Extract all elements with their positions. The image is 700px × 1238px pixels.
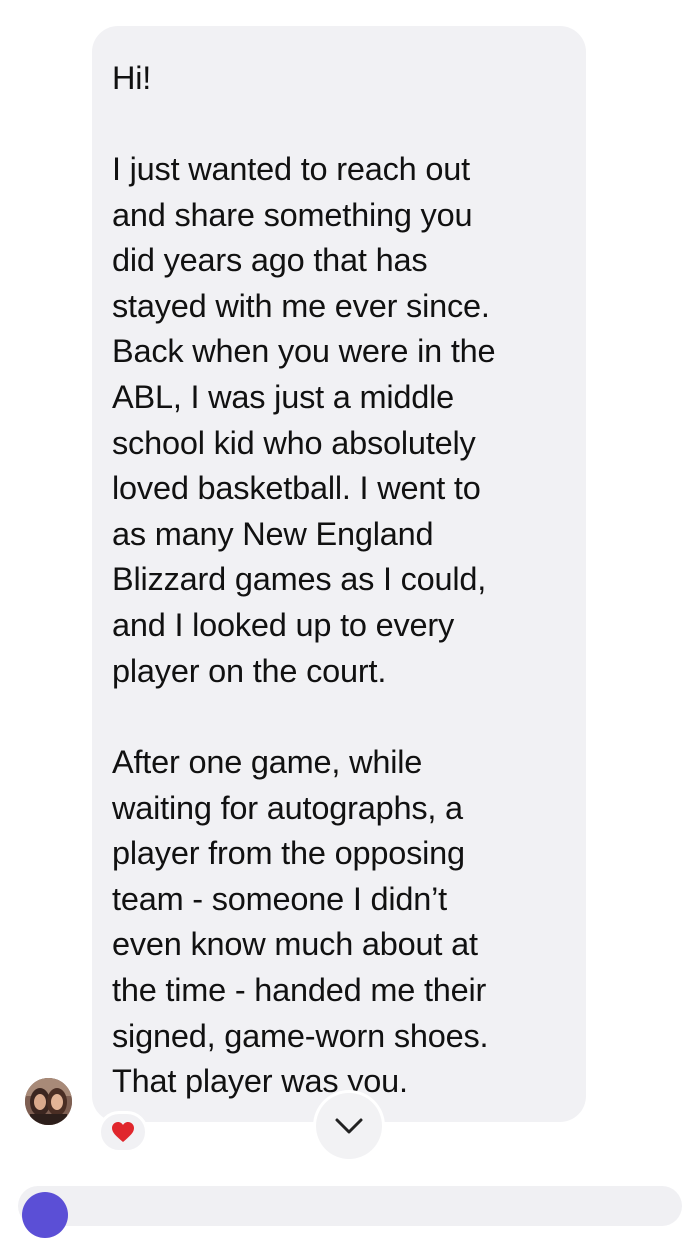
heart-icon [112,1122,134,1142]
message-paragraph: I just wanted to reach out and share som… [112,151,496,689]
avatar-photo [25,1078,72,1125]
chevron-down-icon [335,1118,363,1134]
message-composer[interactable] [18,1186,682,1226]
reaction-badge[interactable] [98,1111,148,1153]
message-greeting: Hi! [112,60,152,96]
composer-action-button[interactable] [22,1192,68,1238]
message-paragraph: After one game, while waiting for autogr… [112,744,489,1100]
scroll-to-bottom-button[interactable] [316,1093,382,1159]
avatar[interactable] [25,1078,72,1125]
message-bubble[interactable]: Hi! I just wanted to reach out and share… [92,26,586,1122]
